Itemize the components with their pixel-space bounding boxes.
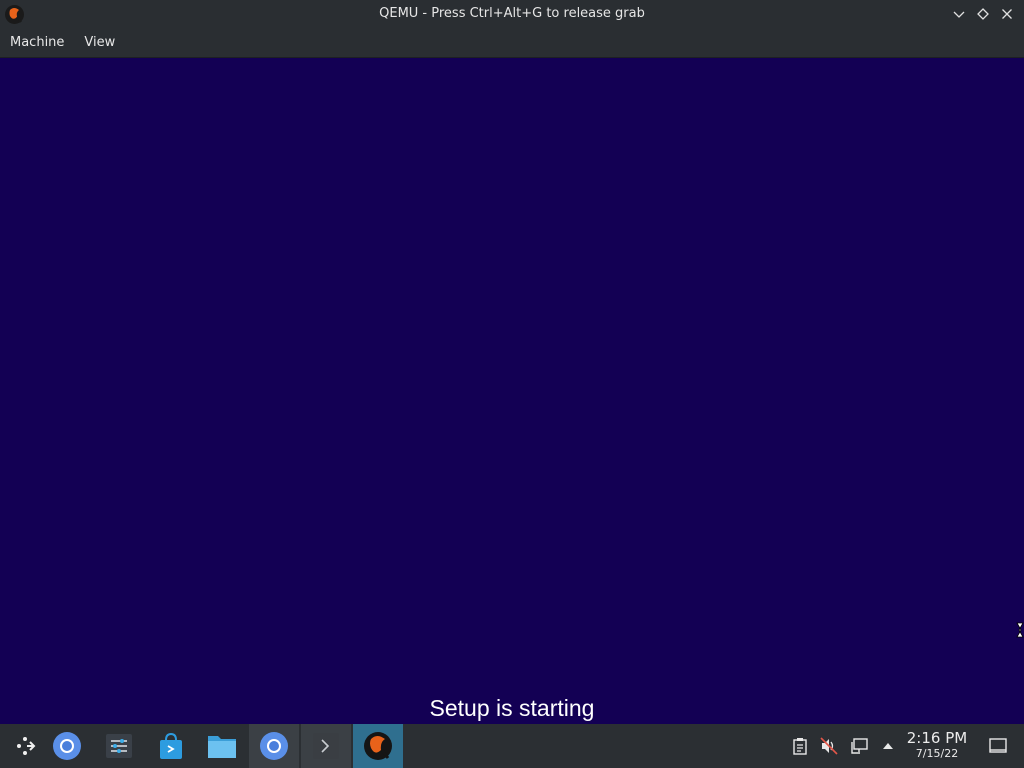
taskbar: 2:16 PM 7/15/22 <box>0 724 1024 768</box>
clipboard-icon[interactable] <box>790 736 810 756</box>
vm-display[interactable]: Setup is starting <box>0 58 1024 724</box>
system-settings-icon[interactable] <box>94 724 144 768</box>
window-title: QEMU - Press Ctrl+Alt+G to release grab <box>379 6 645 21</box>
menu-machine[interactable]: Machine <box>0 29 74 57</box>
setup-status-text: Setup is starting <box>429 695 595 721</box>
menu-view[interactable]: View <box>74 29 125 57</box>
close-icon[interactable] <box>998 5 1016 23</box>
volume-muted-icon[interactable] <box>819 736 839 756</box>
maximize-icon[interactable] <box>974 5 992 23</box>
discover-store-icon[interactable] <box>146 724 196 768</box>
window-titlebar[interactable]: QEMU - Press Ctrl+Alt+G to release grab <box>0 0 1024 29</box>
clock[interactable]: 2:16 PM 7/15/22 <box>898 729 976 761</box>
qemu-icon[interactable] <box>353 724 403 768</box>
file-manager-icon[interactable] <box>197 724 247 768</box>
expand-tray-icon[interactable] <box>878 736 898 756</box>
busy-cursor-icon <box>1016 622 1024 644</box>
terminal-icon[interactable] <box>301 724 351 768</box>
chromium-icon[interactable] <box>249 724 299 768</box>
clock-date: 7/15/22 <box>915 747 959 760</box>
menubar: Machine View <box>0 29 1024 58</box>
clock-time: 2:16 PM <box>906 729 968 747</box>
chromium-icon[interactable] <box>42 724 92 768</box>
show-desktop-icon[interactable] <box>988 736 1008 756</box>
minimize-icon[interactable] <box>950 5 968 23</box>
network-icon[interactable] <box>849 736 869 756</box>
